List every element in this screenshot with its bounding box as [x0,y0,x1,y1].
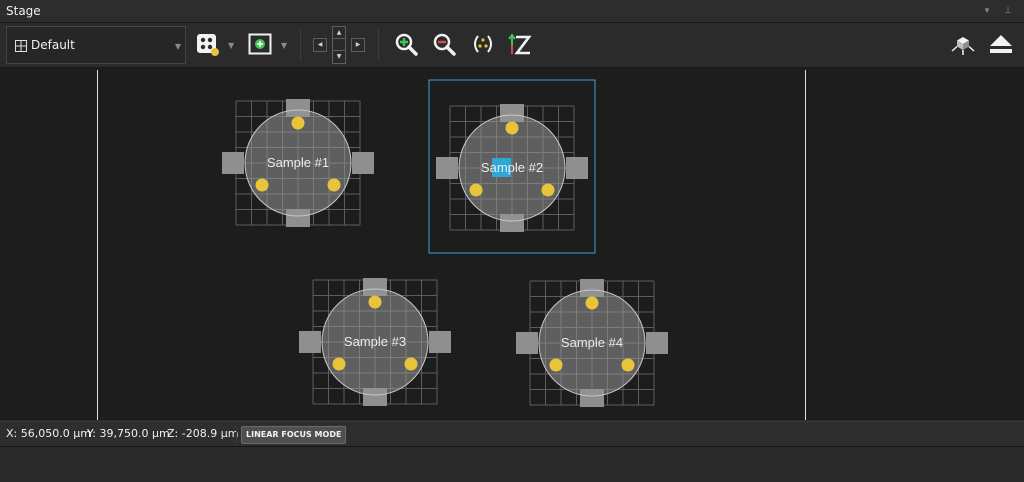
zoom-in-icon[interactable] [394,32,420,58]
fiducial-marker [327,178,341,192]
stage-canvas[interactable]: Sample #1 Sample #2 Sample #3 Sample #4 [0,68,1024,420]
jog-left-button[interactable]: ◀ [313,38,327,52]
fiducial-marker [621,358,635,372]
sample-label: Sample #4 [561,335,623,350]
holder-clip [436,157,458,179]
sample-holder[interactable]: Sample #4 [516,279,668,407]
holder-clip [646,332,668,354]
layout-dropdown[interactable]: Default ▼ [6,26,186,64]
z-position-readout: Z: -208.9 µm [167,427,239,440]
panel-footer [0,447,1024,482]
fiducial-marker [505,121,519,135]
chevron-down-icon[interactable]: ▼ [281,41,287,50]
panel-controls[interactable]: ▾ ⊥ [985,0,1018,22]
fiducial-marker [469,183,483,197]
sample-holder[interactable]: Sample #2 [428,79,596,254]
holder-clip [566,157,588,179]
holder-clip [429,331,451,353]
chevron-down-icon: ▼ [174,42,181,51]
x-position-readout: X: 56,050.0 µm [6,427,91,440]
sample-label: Sample #1 [267,155,329,170]
fiducial-marker [585,296,599,310]
fiducial-marker [291,116,305,130]
z-axis-icon[interactable] [507,32,533,58]
fiducial-marker [404,357,418,371]
toolbar: Default ▼ ▼ ▼ ▲ ◀ ▶ ▼ [0,23,1024,68]
jog-right-button[interactable]: ▶ [351,38,365,52]
layout-dropdown-value: Default [31,38,75,52]
panel-title: Stage [6,4,41,18]
focus-mode-badge[interactable]: LINEAR FOCUS MODE [241,426,347,444]
sample-holder-icon[interactable] [196,32,222,58]
holder-clip [352,152,374,174]
3d-view-icon[interactable] [950,32,976,58]
zoom-out-icon[interactable] [432,32,458,58]
holder-clip [516,332,538,354]
grid-layout-icon [15,40,27,52]
sample-label: Sample #3 [344,334,406,349]
chevron-down-icon[interactable]: ▼ [228,41,234,50]
y-position-readout: Y: 39,750.0 µm [87,427,170,440]
holder-clip [299,331,321,353]
fiducial-marker [255,178,269,192]
add-region-icon[interactable] [248,32,274,58]
sample-label: Sample #2 [481,160,543,175]
toolbar-divider [378,29,379,61]
panel-title-bar: Stage ▾ ⊥ [0,0,1024,23]
status-divider [236,426,237,442]
stage-jog-control: ▲ ◀ ▶ ▼ [313,26,365,64]
fiducial-marker [541,183,555,197]
status-bar: X: 56,050.0 µm Y: 39,750.0 µm Z: -208.9 … [0,421,1024,447]
sample-holder[interactable]: Sample #1 [222,99,374,227]
stage-view[interactable]: Sample #1 Sample #2 Sample #3 Sample #4 [0,68,1024,420]
holder-clip [222,152,244,174]
sample-holder[interactable]: Sample #3 [299,278,451,406]
zoom-fit-icon[interactable] [470,32,496,58]
toolbar-divider [300,29,301,61]
jog-down-button[interactable]: ▼ [332,50,346,64]
fiducial-marker [368,295,382,309]
fiducial-marker [549,358,563,372]
eject-icon[interactable] [988,32,1014,58]
fiducial-marker [332,357,346,371]
